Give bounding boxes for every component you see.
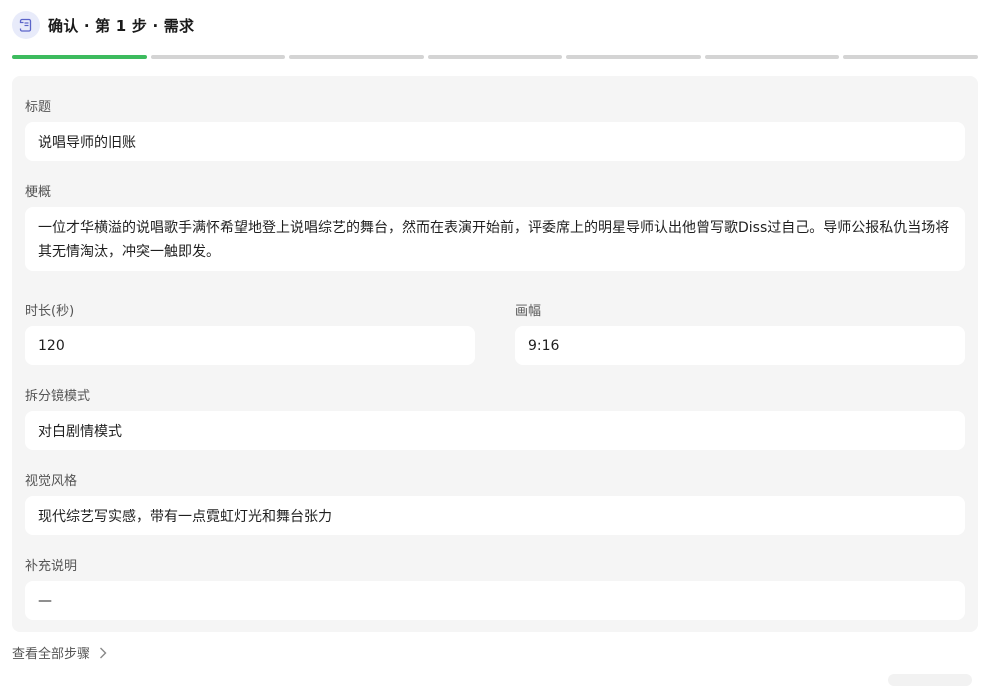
requirements-panel: 标题 说唱导师的旧账 梗概 一位才华横溢的说唱歌手满怀希望地登上说唱综艺的舞台，… [12, 76, 978, 632]
scroll-icon [12, 11, 40, 39]
synopsis-field[interactable]: 一位才华横溢的说唱歌手满怀希望地登上说唱综艺的舞台，然而在表演开始前，评委席上的… [25, 207, 965, 271]
progress-step-1 [12, 55, 147, 59]
notes-label: 补充说明 [25, 559, 78, 574]
progress-step-7 [843, 55, 979, 59]
notes-field[interactable]: — [25, 581, 965, 620]
duration-field[interactable]: 120 [25, 326, 475, 365]
synopsis-label: 梗概 [25, 185, 52, 200]
title-label: 标题 [25, 100, 52, 115]
view-all-steps-label: 查看全部步骤 [12, 647, 91, 662]
progress-step-6 [704, 55, 840, 59]
aspect-ratio-value: 9:16 [528, 337, 560, 354]
visual-style-label: 视觉风格 [25, 474, 78, 489]
title-value: 说唱导师的旧账 [38, 134, 136, 151]
title-field[interactable]: 说唱导师的旧账 [25, 122, 965, 161]
step-progress-bar [12, 55, 979, 59]
view-all-steps-link[interactable]: 查看全部步骤 [12, 643, 108, 662]
progress-step-2 [150, 55, 286, 59]
visual-style-value: 现代综艺写实感，带有一点霓虹灯光和舞台张力 [38, 508, 332, 525]
progress-step-3 [289, 55, 424, 59]
visual-style-field[interactable]: 现代综艺写实感，带有一点霓虹灯光和舞台张力 [25, 496, 965, 535]
progress-step-4 [427, 55, 563, 59]
storyboard-mode-field[interactable]: 对白剧情模式 [25, 411, 965, 450]
page-header: 确认 · 第 1 步 · 需求 [12, 10, 194, 40]
storyboard-mode-value: 对白剧情模式 [38, 423, 122, 440]
storyboard-mode-label: 拆分镜模式 [25, 389, 91, 404]
duration-value: 120 [38, 337, 65, 354]
aspect-ratio-label: 画幅 [515, 304, 542, 319]
chevron-right-icon [100, 647, 107, 658]
aspect-ratio-field[interactable]: 9:16 [515, 326, 965, 365]
duration-label: 时长(秒) [25, 304, 75, 319]
progress-step-5 [566, 55, 701, 59]
page-title: 确认 · 第 1 步 · 需求 [48, 16, 195, 35]
notes-value: — [38, 592, 52, 609]
synopsis-value: 一位才华横溢的说唱歌手满怀希望地登上说唱综艺的舞台，然而在表演开始前，评委席上的… [38, 220, 950, 260]
partial-button[interactable] [888, 674, 972, 686]
